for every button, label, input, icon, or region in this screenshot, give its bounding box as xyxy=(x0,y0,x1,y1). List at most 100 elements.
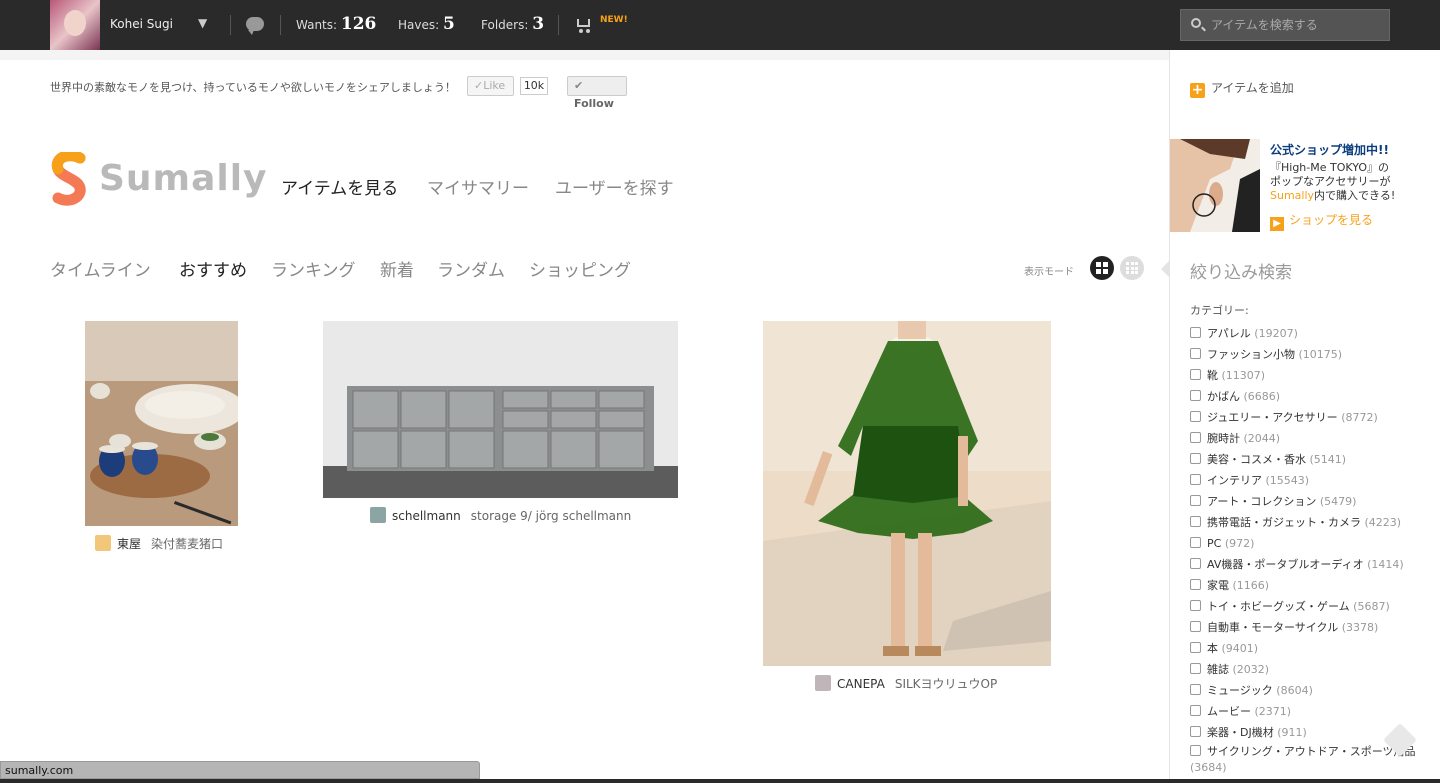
haves-link[interactable]: Haves: 5 xyxy=(398,14,455,34)
promo-image[interactable] xyxy=(1170,139,1260,232)
category-checkbox[interactable] xyxy=(1190,369,1201,380)
category-item[interactable]: インテリア (15543) xyxy=(1190,471,1420,492)
tab-ranking[interactable]: ランキング xyxy=(271,256,356,281)
category-item[interactable]: 携帯電話・ガジェット・カメラ (4223) xyxy=(1190,513,1420,534)
chat-bubble-icon[interactable] xyxy=(246,17,264,35)
user-avatar-icon[interactable] xyxy=(815,675,831,691)
shop-link[interactable]: ▶ ショップを見る xyxy=(1270,211,1373,231)
category-count: (6686) xyxy=(1243,390,1281,403)
bird-icon: ✔ xyxy=(574,79,584,92)
category-item[interactable]: 雑誌 (2032) xyxy=(1190,660,1420,681)
username-link[interactable]: Kohei Sugi xyxy=(110,17,173,31)
wants-count: 126 xyxy=(340,14,377,34)
category-checkbox[interactable] xyxy=(1190,726,1201,737)
category-item[interactable]: ファッション小物 (10175) xyxy=(1190,345,1420,366)
folders-link[interactable]: Folders: 3 xyxy=(481,14,544,34)
promo-text: 『High-Me TOKYO』の ポップなアクセサリーが Sumally内で購入… xyxy=(1270,161,1430,203)
category-checkbox[interactable] xyxy=(1190,663,1201,674)
category-item[interactable]: ムービー (2371) xyxy=(1190,702,1420,723)
item-name-link[interactable]: SILKヨウリュウOP xyxy=(895,677,997,691)
logo[interactable]: Sumally xyxy=(50,152,267,206)
item-user-link[interactable]: 東屋 xyxy=(117,537,141,551)
category-item[interactable]: 靴 (11307) xyxy=(1190,366,1420,387)
category-count: (3378) xyxy=(1341,621,1379,634)
category-item[interactable]: AV機器・ポータブルオーディオ (1414) xyxy=(1190,555,1420,576)
category-checkbox[interactable] xyxy=(1190,705,1201,716)
arrow-right-icon: ▶ xyxy=(1270,217,1284,231)
category-item[interactable]: アート・コレクション (5479) xyxy=(1190,492,1420,513)
avatar[interactable] xyxy=(50,0,100,50)
small-grid-view-button[interactable] xyxy=(1120,256,1144,280)
shop-link-label: ショップを見る xyxy=(1289,213,1374,227)
category-checkbox[interactable] xyxy=(1190,642,1201,653)
search-input[interactable] xyxy=(1211,16,1381,34)
category-checkbox[interactable] xyxy=(1190,600,1201,611)
category-item[interactable]: サイクリング・アウトドア・スポーツ用品 (3684) xyxy=(1190,744,1420,778)
promo-line-2: ポップなアクセサリーが xyxy=(1270,175,1391,188)
tab-shopping[interactable]: ショッピング xyxy=(529,256,631,281)
item-user-link[interactable]: schellmann xyxy=(392,509,461,523)
category-checkbox[interactable] xyxy=(1190,474,1201,485)
category-item[interactable]: かばん (6686) xyxy=(1190,387,1420,408)
promo-sumally-link[interactable]: Sumally xyxy=(1270,189,1314,202)
promo-title[interactable]: 公式ショップ増加中!! xyxy=(1270,141,1389,158)
item-image-storage-boxes[interactable] xyxy=(323,321,678,498)
category-name: ジュエリー・アクセサリー xyxy=(1207,411,1338,424)
category-checkbox[interactable] xyxy=(1190,745,1201,756)
category-item[interactable]: トイ・ホビーグッズ・ゲーム (5687) xyxy=(1190,597,1420,618)
category-checkbox[interactable] xyxy=(1190,579,1201,590)
category-checkbox[interactable] xyxy=(1190,537,1201,548)
category-count: (5141) xyxy=(1309,453,1347,466)
category-checkbox[interactable] xyxy=(1190,516,1201,527)
category-item[interactable]: 美容・コスメ・香水 (5141) xyxy=(1190,450,1420,471)
category-item[interactable]: PC (972) xyxy=(1190,534,1420,555)
category-item[interactable]: 家電 (1166) xyxy=(1190,576,1420,597)
item-user-link[interactable]: CANEPA xyxy=(837,677,885,691)
category-checkbox[interactable] xyxy=(1190,621,1201,632)
category-checkbox[interactable] xyxy=(1190,411,1201,422)
like-button[interactable]: ✓Like xyxy=(467,76,514,96)
add-item-button[interactable]: + アイテムを追加 xyxy=(1190,79,1294,98)
tab-new[interactable]: 新着 xyxy=(380,256,414,281)
category-checkbox[interactable] xyxy=(1190,432,1201,443)
category-item[interactable]: ミュージック (8604) xyxy=(1190,681,1420,702)
item-image-green-dress[interactable] xyxy=(763,321,1051,666)
category-count: (19207) xyxy=(1254,327,1298,340)
item-name-link[interactable]: storage 9/ jörg schellmann xyxy=(471,509,631,523)
category-checkbox[interactable] xyxy=(1190,684,1201,695)
category-checkbox[interactable] xyxy=(1190,327,1201,338)
user-avatar-icon[interactable] xyxy=(370,507,386,523)
category-item[interactable]: アパレル (19207) xyxy=(1190,324,1420,345)
wants-link[interactable]: Wants: 126 xyxy=(296,14,376,34)
filter-title: 絞り込み検索 xyxy=(1190,263,1292,283)
category-checkbox[interactable] xyxy=(1190,558,1201,569)
item-image-soba-cups[interactable] xyxy=(85,321,238,526)
divider xyxy=(280,15,281,35)
nav-browse-items[interactable]: アイテムを見る xyxy=(281,174,398,199)
category-name: アート・コレクション xyxy=(1207,495,1317,508)
category-checkbox[interactable] xyxy=(1190,495,1201,506)
item-name-link[interactable]: 染付蕎麦猪口 xyxy=(151,537,223,551)
category-checkbox[interactable] xyxy=(1190,390,1201,401)
follow-button[interactable]: ✔ Follow xyxy=(567,76,627,110)
tab-timeline[interactable]: タイムライン xyxy=(50,256,151,281)
chevron-down-icon[interactable]: ▼ xyxy=(198,16,207,30)
category-checkbox[interactable] xyxy=(1190,348,1201,359)
category-checkbox[interactable] xyxy=(1190,453,1201,464)
view-mode-label: 表示モード xyxy=(1024,267,1074,278)
cart-icon[interactable] xyxy=(574,17,592,33)
category-item[interactable]: 自動車・モーターサイクル (3378) xyxy=(1190,618,1420,639)
category-count: (972) xyxy=(1224,537,1255,550)
large-grid-view-button[interactable] xyxy=(1090,256,1114,280)
category-item[interactable]: 本 (9401) xyxy=(1190,639,1420,660)
tab-random[interactable]: ランダム xyxy=(437,256,505,281)
nav-find-users[interactable]: ユーザーを探す xyxy=(555,174,674,199)
category-count: (11307) xyxy=(1221,369,1266,382)
nav-my-summary[interactable]: マイサマリー xyxy=(427,174,529,199)
folders-count: 3 xyxy=(532,14,545,34)
user-avatar-icon[interactable] xyxy=(95,535,111,551)
category-item[interactable]: 腕時計 (2044) xyxy=(1190,429,1420,450)
tab-recommended[interactable]: おすすめ xyxy=(179,256,247,281)
category-item[interactable]: ジュエリー・アクセサリー (8772) xyxy=(1190,408,1420,429)
category-name: 雑誌 xyxy=(1207,663,1229,676)
